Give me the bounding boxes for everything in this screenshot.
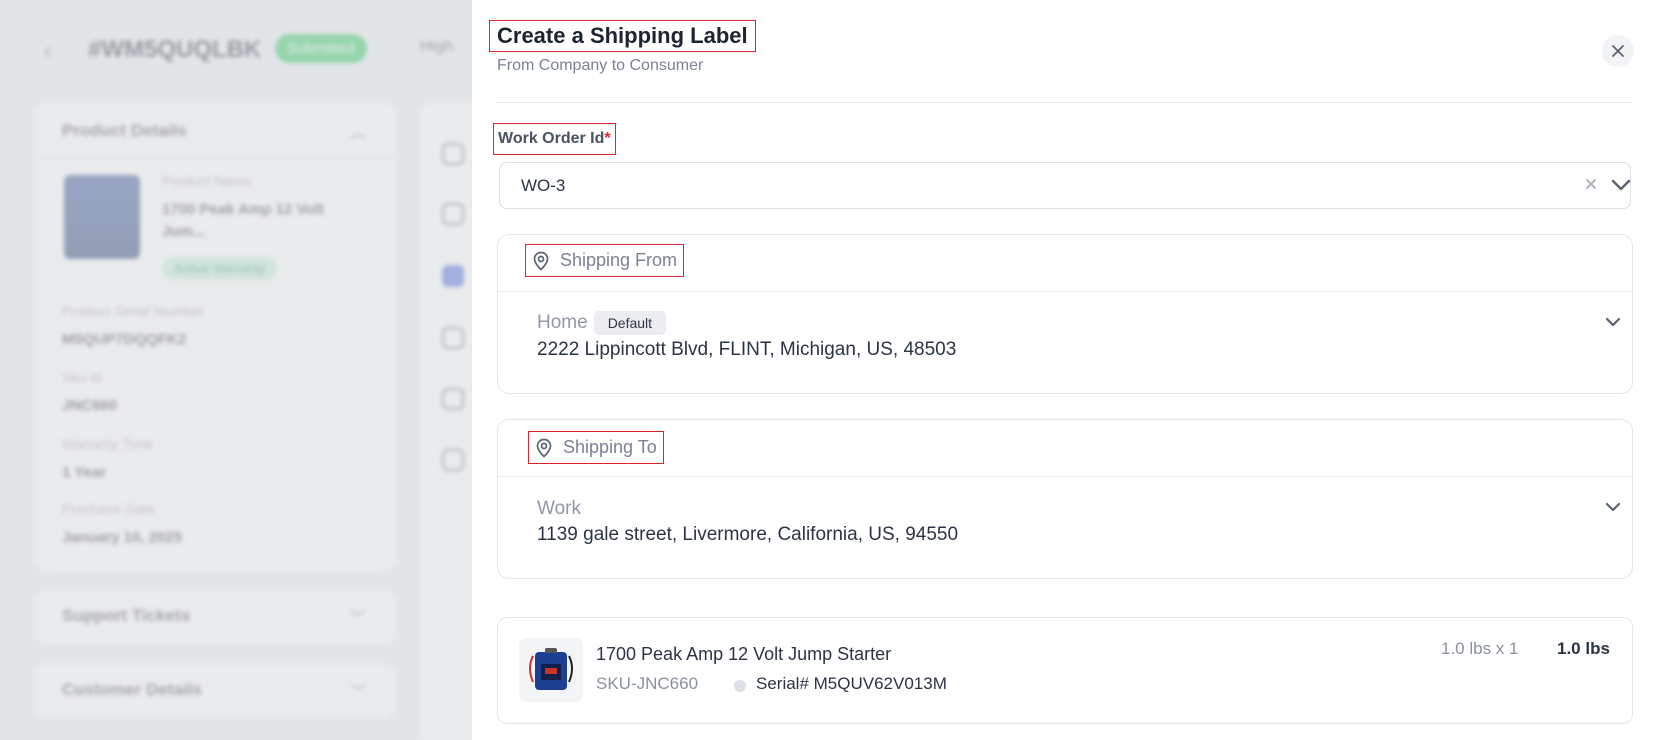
shipping-from-label: Shipping From	[560, 250, 678, 270]
item-weight-per-qty: 1.0 lbs x 1	[1441, 639, 1519, 658]
default-tag: Default	[593, 311, 667, 335]
shipping-to-heading: Shipping To	[528, 431, 664, 464]
divider	[498, 291, 1632, 292]
item-sku: SKU-JNC660	[596, 674, 699, 693]
to-address-line: 1139 gale street, Livermore, California,…	[537, 524, 959, 545]
to-address-name: Work	[537, 498, 581, 520]
to-address-title: Work	[537, 498, 581, 519]
chevron-down-icon[interactable]	[1604, 315, 1622, 334]
chevron-down-icon[interactable]	[1604, 500, 1622, 519]
work-order-select[interactable]: WO-3	[499, 162, 1631, 209]
drawer-subtitle: From Company to Consumer	[497, 57, 704, 74]
item-serial: Serial# M5QUV62V013M	[756, 674, 947, 693]
shipping-to-card: Shipping To Work 1139 gale street, Liver…	[497, 419, 1633, 579]
product-thumbnail	[519, 638, 583, 702]
drawer-title: Create a Shipping Label	[489, 20, 756, 52]
required-mark: *	[604, 130, 611, 147]
clear-icon[interactable]	[1583, 176, 1599, 197]
item-total-weight: 1.0 lbs	[1557, 639, 1610, 658]
item-name: 1700 Peak Amp 12 Volt Jump Starter	[596, 644, 892, 664]
shipping-label-drawer: Create a Shipping Label From Company to …	[472, 0, 1657, 740]
chevron-down-icon[interactable]	[1610, 176, 1632, 199]
shipping-to-label: Shipping To	[563, 437, 657, 457]
close-icon	[1612, 45, 1624, 57]
separator-dot	[734, 680, 746, 692]
location-pin-icon	[536, 438, 552, 458]
header-divider	[497, 102, 1632, 103]
divider	[498, 476, 1632, 477]
location-pin-icon	[533, 251, 549, 271]
from-address-title: Home	[537, 312, 588, 333]
from-address-line: 2222 Lippincott Blvd, FLINT, Michigan, U…	[537, 339, 957, 360]
shipment-item-card: 1700 Peak Amp 12 Volt Jump Starter SKU-J…	[497, 617, 1633, 724]
shipping-from-card: Shipping From Home Default 2222 Lippinco…	[497, 234, 1633, 394]
work-order-label-text: Work Order Id	[498, 130, 605, 147]
work-order-label: Work Order Id*	[493, 123, 616, 155]
from-address-name: Home Default	[537, 311, 667, 335]
work-order-value: WO-3	[521, 176, 566, 195]
close-button[interactable]	[1602, 35, 1634, 67]
shipping-from-heading: Shipping From	[524, 244, 685, 277]
